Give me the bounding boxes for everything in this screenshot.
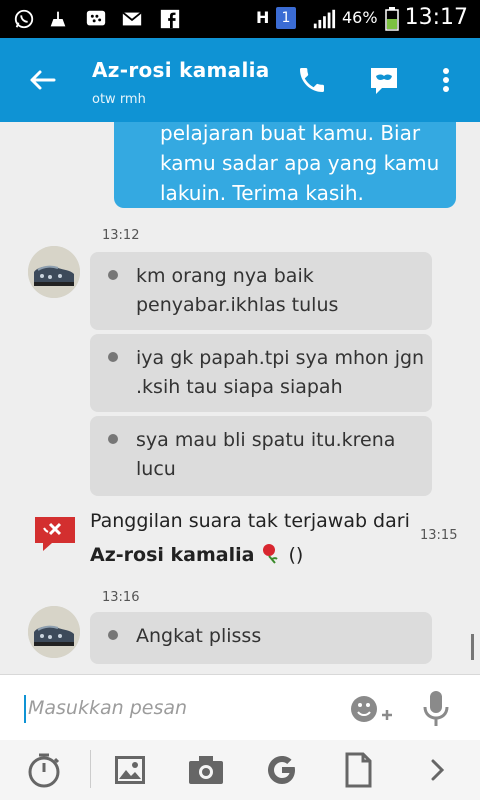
status-bar: H 1 46% 13:17: [0, 0, 480, 38]
attachment-toolbar: [0, 740, 480, 800]
cleaner-icon: [46, 7, 70, 31]
message-text: iya gk papah.tpi sya mhon jgn .ksih tau …: [136, 347, 425, 398]
facebook-icon: [158, 7, 182, 31]
phone-icon[interactable]: [296, 64, 328, 96]
conversation-view[interactable]: pelajaran buat kamu. Biar kamu sadar apa…: [0, 122, 480, 674]
sim-indicator: 1: [276, 7, 296, 29]
microphone-icon[interactable]: [420, 689, 452, 729]
message-composer: Masukkan pesan: [0, 674, 480, 741]
signal-icon: [312, 7, 336, 31]
incoming-message-bubble[interactable]: Angkat plisss: [90, 612, 432, 664]
incoming-message-bubble[interactable]: sya mau bli spatu itu.krena lucu: [90, 416, 432, 496]
document-icon[interactable]: [338, 750, 378, 790]
incoming-message-bubble[interactable]: iya gk papah.tpi sya mhon jgn .ksih tau …: [90, 334, 432, 412]
message-status-dot: [108, 352, 118, 362]
emoji-add-icon[interactable]: [350, 691, 394, 727]
avatar[interactable]: [28, 606, 80, 658]
whatsapp-icon: [12, 7, 36, 31]
gmail-icon: [120, 7, 144, 31]
back-arrow-icon[interactable]: [26, 64, 58, 96]
message-status-dot: [108, 434, 118, 444]
chevron-right-icon[interactable]: [418, 750, 458, 790]
contact-name[interactable]: Az-rosi kamalia: [92, 58, 270, 82]
timer-icon[interactable]: [24, 750, 64, 790]
message-text: sya mau bli spatu itu.krena lucu: [136, 429, 396, 480]
contact-status: otw rmh: [92, 92, 146, 107]
chat-header: Az-rosi kamalia otw rmh: [0, 38, 480, 122]
message-text: Angkat plisss: [136, 625, 262, 647]
network-type: H: [256, 8, 270, 27]
missed-call-icon: [32, 514, 78, 554]
message-timestamp: 13:12: [102, 228, 140, 243]
outgoing-message-text: pelajaran buat kamu. Biar kamu sadar apa…: [160, 122, 440, 205]
video-chat-icon[interactable]: [368, 64, 400, 96]
missed-call-contact: Az-rosi kamalia: [90, 544, 255, 566]
battery-percentage: 46%: [342, 8, 378, 27]
incoming-message-bubble[interactable]: km orang nya baik penyabar.ikhlas tulus: [90, 252, 432, 330]
outgoing-message-bubble[interactable]: pelajaran buat kamu. Biar kamu sadar apa…: [114, 122, 456, 208]
missed-call-suffix: (): [282, 544, 304, 566]
toolbar-divider: [90, 750, 91, 788]
message-input[interactable]: Masukkan pesan: [28, 697, 187, 719]
bbm-icon: [84, 7, 108, 31]
camera-icon[interactable]: [186, 750, 226, 790]
missed-call-notice[interactable]: Panggilan suara tak terjawab dari Az-ros…: [90, 504, 410, 572]
rose-icon: [260, 541, 282, 564]
message-status-dot: [108, 630, 118, 640]
avatar[interactable]: [28, 246, 80, 298]
clock: 13:17: [404, 5, 468, 30]
missed-call-text: Panggilan suara tak terjawab dari: [90, 510, 410, 532]
message-timestamp: 13:16: [102, 590, 140, 605]
message-status-dot: [108, 270, 118, 280]
image-icon[interactable]: [110, 750, 150, 790]
overflow-menu-icon[interactable]: [430, 64, 462, 96]
battery-icon: [380, 7, 404, 31]
message-text: km orang nya baik penyabar.ikhlas tulus: [136, 265, 339, 316]
scroll-indicator[interactable]: [471, 634, 474, 660]
google-search-icon[interactable]: [262, 750, 302, 790]
text-cursor: [24, 695, 26, 723]
missed-call-timestamp: 13:15: [420, 528, 458, 543]
